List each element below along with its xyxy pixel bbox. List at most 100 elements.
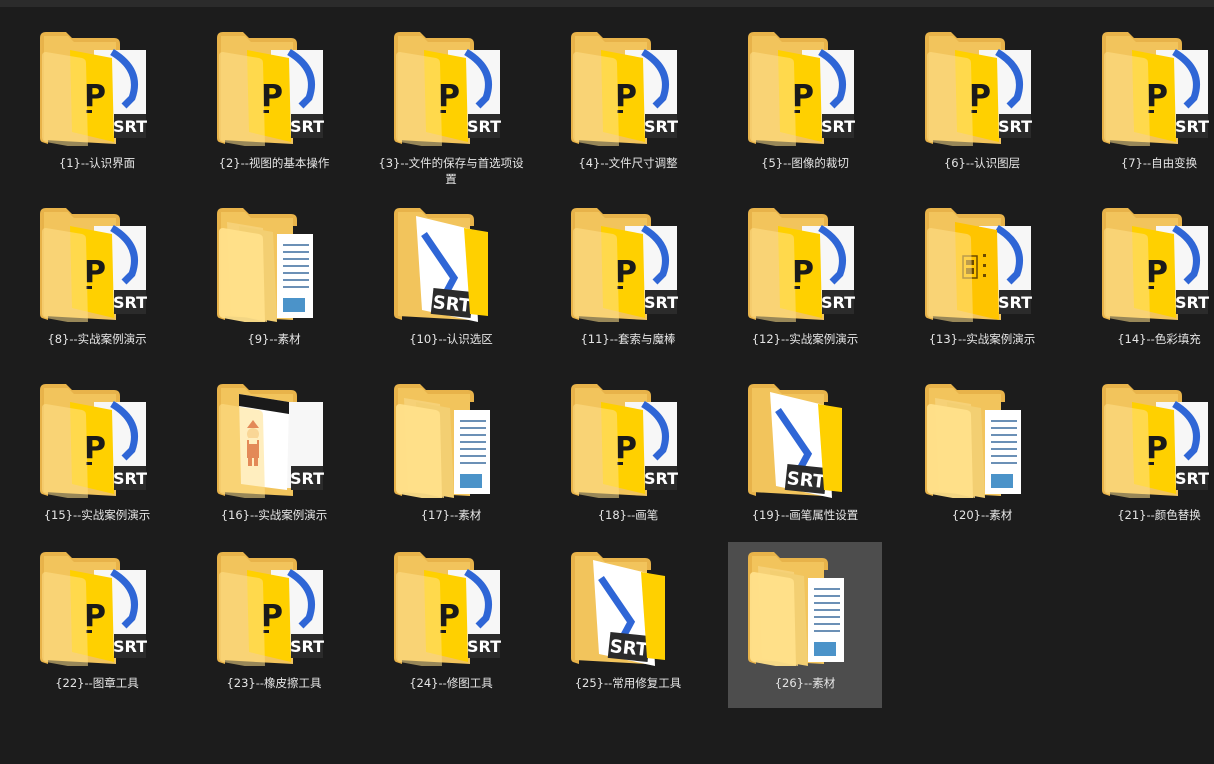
folder-icon-svg: SRT P [40, 32, 147, 150]
folder-label: {8}--实战案例演示 [47, 332, 147, 346]
folder-item[interactable]: SRT P {24}--修图工具 [374, 542, 528, 708]
svg-text:SRT: SRT [821, 117, 855, 136]
top-toolbar-strip [0, 0, 1214, 7]
folder-icon-svg: SRT [217, 384, 324, 502]
svg-text:SRT: SRT [786, 468, 827, 493]
folder-item[interactable]: SRT {10}--认识选区 [374, 198, 528, 364]
folder-icon [394, 380, 508, 502]
folder-icon-svg: SRT P [394, 32, 501, 150]
folder-item[interactable]: SRT P {15}--实战案例演示 [20, 374, 174, 540]
folder-item[interactable]: SRT {25}--常用修复工具 [551, 542, 705, 708]
folder-label: {13}--实战案例演示 [928, 332, 1036, 346]
folder-item[interactable]: SRT {16}--实战案例演示 [197, 374, 351, 540]
folder-icon-svg: SRT [748, 384, 842, 498]
folder-item[interactable]: SRT P {6}--认识图层 [905, 22, 1059, 188]
svg-text:P: P [84, 599, 106, 634]
folder-item[interactable]: SRT P {23}--橡皮擦工具 [197, 542, 351, 708]
folder-item[interactable]: SRT P {4}--文件尺寸调整 [551, 22, 705, 188]
folder-item[interactable]: SRT P {8}--实战案例演示 [20, 198, 174, 364]
svg-text:SRT: SRT [113, 117, 147, 136]
folder-item[interactable]: SRT P {5}--图像的裁切 [728, 22, 882, 188]
svg-text:SRT: SRT [113, 469, 147, 488]
folder-icon-svg: SRT P [40, 552, 147, 670]
folder-label: {10}--认识选区 [409, 332, 493, 346]
folder-item[interactable]: SRT P {7}--自由变换 [1082, 22, 1214, 188]
svg-text:P: P [438, 599, 460, 634]
folder-label: {26}--素材 [774, 676, 836, 690]
svg-text:P: P [261, 79, 283, 114]
folder-label: {22}--图章工具 [55, 676, 139, 690]
folder-icon: SRT P [1102, 28, 1214, 150]
folder-label: {1}--认识界面 [58, 156, 136, 170]
svg-text:P: P [84, 255, 106, 290]
folder-label: {4}--文件尺寸调整 [578, 156, 678, 170]
folder-item[interactable]: SRT P {2}--视图的基本操作 [197, 22, 351, 188]
folder-item[interactable]: SRT {13}--实战案例演示 [905, 198, 1059, 364]
svg-text:P: P [84, 79, 106, 114]
folder-icon-svg: SRT P [571, 208, 678, 326]
folder-icon [925, 380, 1039, 502]
folder-label: {11}--套索与魔棒 [580, 332, 676, 346]
folder-icon-svg: SRT P [1102, 208, 1209, 326]
svg-text:SRT: SRT [467, 117, 501, 136]
folder-icon-svg: SRT P [394, 552, 501, 670]
svg-text:P: P [84, 431, 106, 466]
folder-item[interactable]: SRT P {22}--图章工具 [20, 542, 174, 708]
folder-icon-svg: SRT [925, 208, 1032, 326]
svg-text:SRT: SRT [467, 637, 501, 656]
folder-icon: SRT P [925, 28, 1039, 150]
folder-item[interactable]: SRT P {1}--认识界面 [20, 22, 174, 188]
svg-text:P: P [1146, 431, 1168, 466]
svg-text:SRT: SRT [1175, 117, 1209, 136]
folder-icon: SRT [394, 204, 508, 322]
folder-icon-svg: SRT P [40, 384, 147, 502]
svg-text:P: P [615, 79, 637, 114]
svg-text:SRT: SRT [113, 637, 147, 656]
folder-label: {3}--文件的保存与首选项设置 [378, 156, 524, 186]
folder-icon: SRT P [40, 380, 154, 502]
svg-text:SRT: SRT [290, 469, 324, 488]
folder-icon-svg: SRT [571, 552, 665, 666]
folder-label: {15}--实战案例演示 [43, 508, 151, 522]
svg-text:SRT: SRT [609, 636, 650, 661]
folder-item[interactable]: {20}--素材 [905, 374, 1059, 540]
folder-icon: SRT P [394, 28, 508, 150]
svg-text:SRT: SRT [432, 292, 473, 317]
svg-text:SRT: SRT [644, 117, 678, 136]
svg-text:SRT: SRT [998, 293, 1032, 312]
folder-item[interactable]: SRT P {11}--套索与魔棒 [551, 198, 705, 364]
folder-item[interactable]: SRT P {12}--实战案例演示 [728, 198, 882, 364]
folder-icon: SRT [571, 548, 685, 666]
folder-item[interactable]: SRT P {3}--文件的保存与首选项设置 [374, 22, 528, 188]
svg-text:SRT: SRT [644, 469, 678, 488]
folder-label: {18}--画笔 [597, 508, 659, 522]
folder-item[interactable]: SRT {19}--画笔属性设置 [728, 374, 882, 540]
folder-icon [748, 548, 862, 670]
svg-text:P: P [792, 255, 814, 290]
svg-text:P: P [1146, 79, 1168, 114]
folder-icon: SRT P [40, 28, 154, 150]
svg-text:P: P [438, 79, 460, 114]
folder-icon: SRT [748, 380, 862, 498]
folder-icon-svg: SRT P [40, 208, 147, 326]
svg-text:SRT: SRT [1175, 293, 1209, 312]
folder-item[interactable]: {9}--素材 [197, 198, 351, 364]
folder-label: {25}--常用修复工具 [574, 676, 682, 690]
folder-icon: SRT P [571, 28, 685, 150]
folder-item[interactable]: {26}--素材 [728, 542, 882, 708]
folder-icon: SRT P [571, 380, 685, 502]
folder-item[interactable]: {17}--素材 [374, 374, 528, 540]
folder-item[interactable]: SRT P {21}--颜色替换 [1082, 374, 1214, 540]
folder-icon-svg [394, 384, 490, 502]
folder-item[interactable]: SRT P {18}--画笔 [551, 374, 705, 540]
folder-icon: SRT P [571, 204, 685, 326]
svg-text:SRT: SRT [113, 293, 147, 312]
svg-text:SRT: SRT [998, 117, 1032, 136]
svg-text:SRT: SRT [821, 293, 855, 312]
folder-icon-svg: SRT P [217, 552, 324, 670]
folder-icon: SRT P [40, 548, 154, 670]
folder-icon-svg: SRT P [1102, 32, 1209, 150]
folder-icon-svg [217, 208, 313, 326]
svg-text:SRT: SRT [290, 637, 324, 656]
folder-item[interactable]: SRT P {14}--色彩填充 [1082, 198, 1214, 364]
